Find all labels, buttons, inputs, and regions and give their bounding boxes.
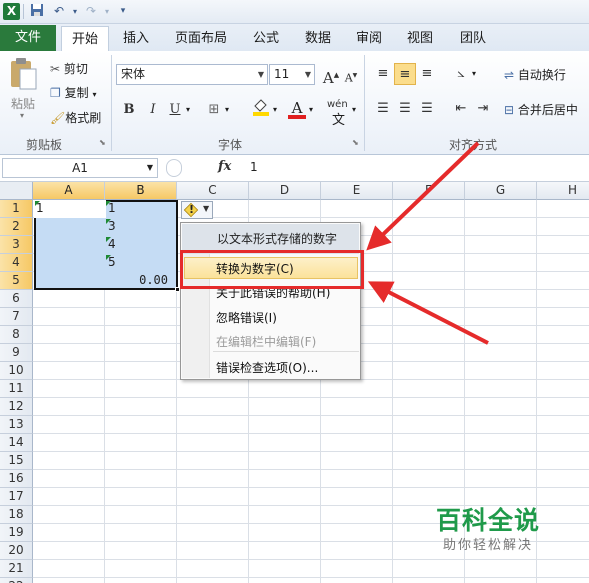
annotation-arrow-lower xyxy=(367,281,489,345)
annotation-arrow-upper xyxy=(366,141,480,251)
watermark-title: 百科全说 xyxy=(436,506,541,535)
annotation-arrows xyxy=(366,141,489,345)
watermark-subtitle: 助你轻松解决 xyxy=(443,538,534,553)
